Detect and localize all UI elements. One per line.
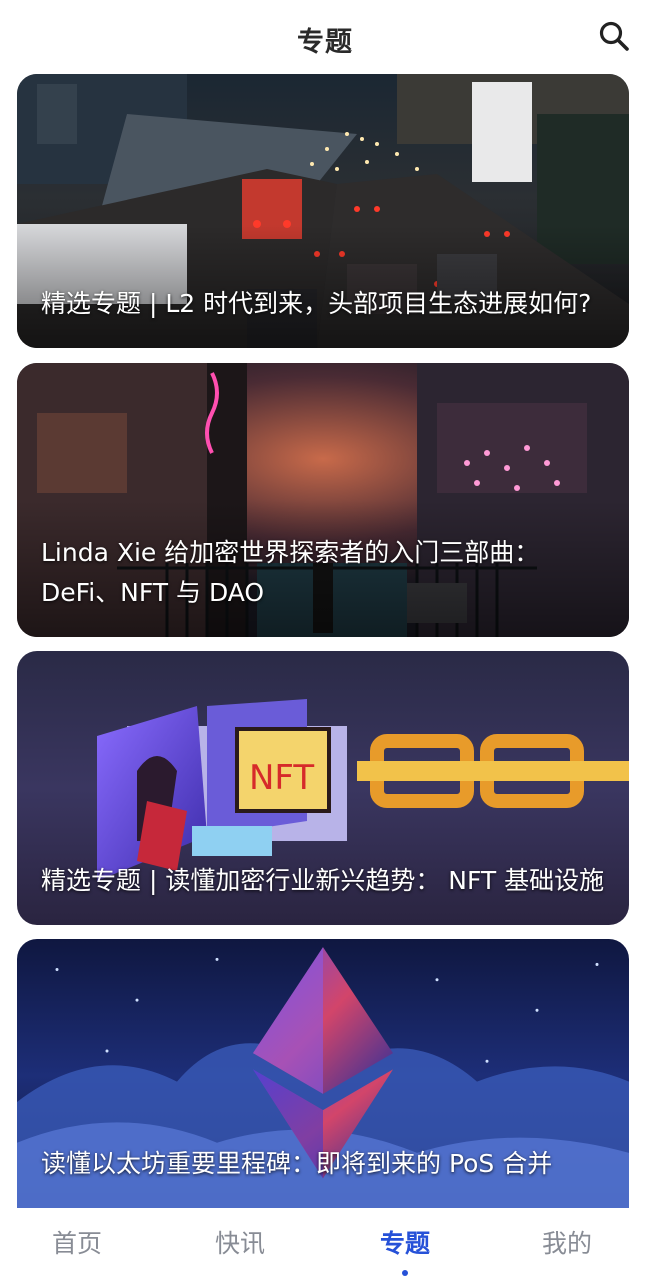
- search-icon: [599, 21, 629, 51]
- topic-list[interactable]: 精选专题 | L2 时代到来，头部项目生态进展如何? Linda Xie 给加密…: [0, 74, 650, 1208]
- bottom-tab-bar: 首页 快讯 专题 我的: [0, 1208, 650, 1280]
- search-button[interactable]: [596, 18, 632, 54]
- tab-home[interactable]: 首页: [12, 1224, 142, 1260]
- tab-news-flash[interactable]: 快讯: [175, 1224, 305, 1260]
- topic-card[interactable]: Linda Xie 给加密世界探索者的入门三部曲：DeFi、NFT 与 DAO: [17, 363, 629, 637]
- topic-card[interactable]: 读懂以太坊重要里程碑：即将到来的 PoS 合并: [17, 939, 629, 1208]
- tab-topics[interactable]: 专题: [340, 1224, 470, 1260]
- card-title: 精选专题 | L2 时代到来，头部项目生态进展如何?: [41, 289, 592, 318]
- card-title: Linda Xie 给加密世界探索者的入门三部曲：DeFi、NFT 与 DAO: [41, 538, 540, 607]
- tab-me[interactable]: 我的: [502, 1224, 632, 1260]
- topic-card[interactable]: 精选专题 | L2 时代到来，头部项目生态进展如何?: [17, 74, 629, 348]
- svg-text:NFT: NFT: [249, 758, 314, 798]
- active-tab-indicator: [402, 1270, 408, 1276]
- top-bar: 专题: [0, 0, 650, 74]
- page-title: 专题: [297, 27, 353, 58]
- card-title: 精选专题 | 读懂加密行业新兴趋势： NFT 基础设施: [41, 866, 605, 895]
- topic-card[interactable]: NFT 精选专题 | 读懂加密行业新兴趋势： NFT 基础设施: [17, 651, 629, 925]
- card-title: 读懂以太坊重要里程碑：即将到来的 PoS 合并: [41, 1149, 553, 1178]
